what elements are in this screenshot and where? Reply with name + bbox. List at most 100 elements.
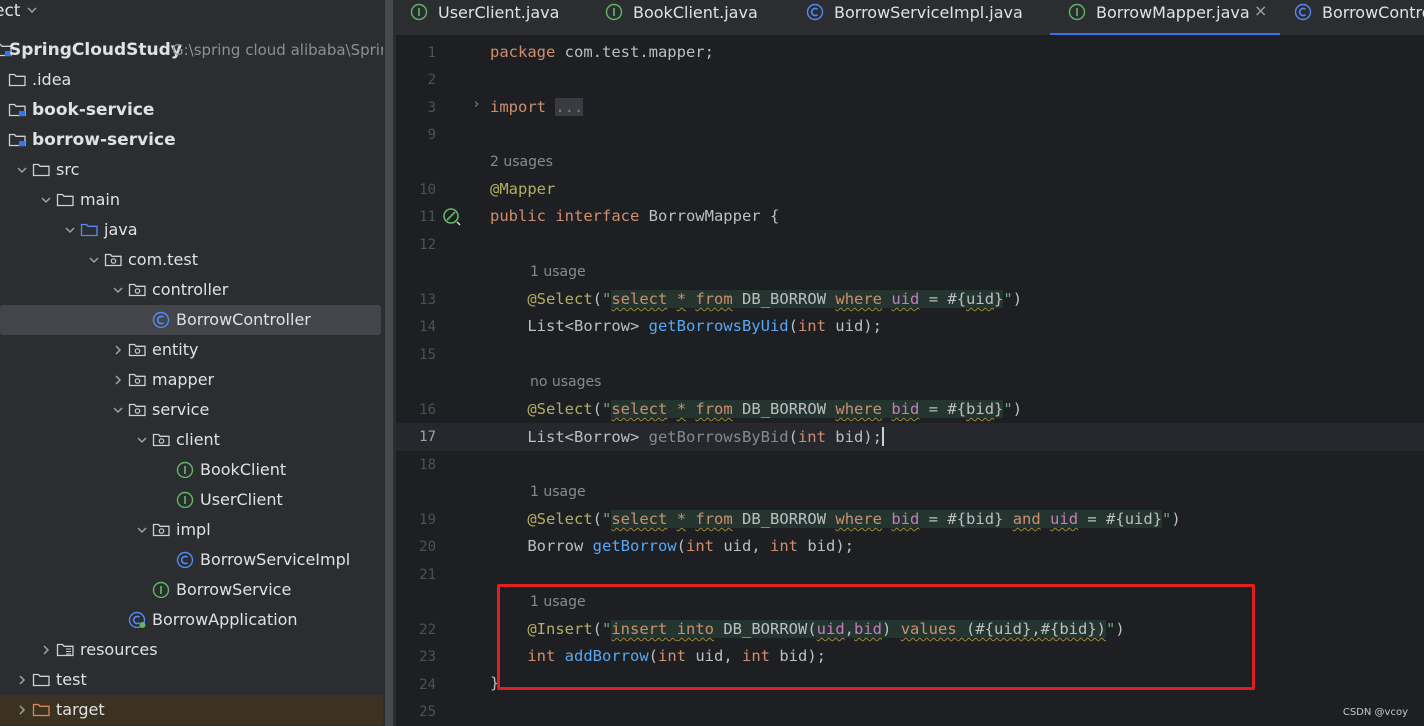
tree-item-label: BookClient [200, 460, 287, 479]
tree-item-label: borrow-service [32, 130, 176, 150]
tree-item-label: com.test [128, 250, 198, 269]
excluded-folder-icon [32, 703, 50, 717]
tree-item-book-service[interactable]: book-service [0, 95, 383, 125]
line-number: 3 [427, 100, 436, 116]
tree-item-test[interactable]: test [0, 665, 383, 695]
interface-icon [605, 3, 623, 21]
tree-item-resources[interactable]: resources [0, 635, 383, 665]
line-number: 21 [419, 567, 436, 583]
tree-item-entity[interactable]: entity [0, 335, 383, 365]
close-icon[interactable]: × [1254, 1, 1267, 20]
class-icon [806, 3, 824, 21]
editor-tabs: UserClient.java BookClient.java BorrowSe… [396, 0, 1424, 36]
tab-label: UserClient.java [438, 3, 560, 22]
tree-item-userclient[interactable]: UserClient [0, 485, 383, 515]
interface-icon [176, 461, 194, 478]
resources-folder-icon [56, 643, 74, 657]
tab-label: BorrowServiceImpl.java [834, 3, 1023, 22]
code-line-16: @Select("select * from DB_BORROW where b… [527, 400, 1023, 418]
code-line-11: public interface BorrowMapper { [490, 207, 780, 225]
fold-chevron-icon[interactable]: › [474, 97, 479, 112]
code-line-1: package com.test.mapper; [490, 43, 714, 61]
tree-item-label: main [80, 190, 120, 209]
tree-item-mapper[interactable]: mapper [0, 365, 383, 395]
project-header[interactable]: ect [0, 0, 383, 26]
panel-splitter[interactable] [383, 0, 396, 726]
usage-hint[interactable]: 1 usage [530, 264, 586, 280]
class-icon [176, 551, 194, 568]
class-icon [152, 311, 170, 328]
tree-item-borrowcontroller[interactable]: BorrowController [0, 305, 381, 335]
tree-item-java[interactable]: java [0, 215, 383, 245]
chevron-right-icon[interactable] [112, 343, 124, 357]
chevron-down-icon[interactable] [16, 163, 28, 177]
tree-item-label: BorrowApplication [152, 610, 298, 629]
tree-item-client[interactable]: client [0, 425, 383, 455]
line-number: 19 [419, 512, 436, 528]
tab-label: BorrowContro [1322, 3, 1424, 22]
package-icon [128, 283, 146, 297]
tree-item-label: BorrowServiceImpl [200, 550, 351, 569]
folder-icon [8, 73, 26, 87]
line-number: 15 [419, 347, 436, 363]
code-editor[interactable]: 1 2 3 9 10 11 12 13 14 15 16 17 18 19 20… [396, 37, 1424, 726]
package-icon [128, 403, 146, 417]
tree-item-borrowservice[interactable]: BorrowService [0, 575, 383, 605]
chevron-down-icon[interactable] [88, 253, 100, 267]
chevron-down-icon[interactable] [26, 3, 38, 17]
line-number-current: 17 [419, 429, 436, 445]
tree-item-controller[interactable]: controller [0, 275, 383, 305]
interface-icon [1068, 3, 1086, 21]
line-number: 22 [419, 622, 436, 638]
project-tool-window: ect SpringCloudStudyG:\spring cloud alib… [0, 0, 383, 726]
line-number: 9 [427, 127, 436, 143]
module-folder-icon [8, 103, 26, 117]
line-number: 24 [419, 677, 436, 693]
spring-bean-icon[interactable] [442, 207, 462, 227]
chevron-right-icon[interactable] [16, 703, 28, 717]
project-header-title: ect [0, 1, 21, 21]
tree-item-label: book-service [32, 100, 155, 120]
line-number: 2 [427, 72, 436, 88]
text-cursor [881, 427, 884, 446]
line-number: 20 [419, 539, 436, 555]
code-line-3: import ... [490, 98, 584, 116]
tree-item-label: UserClient [200, 490, 283, 509]
tree-item-src[interactable]: src [0, 155, 383, 185]
tree-item-main[interactable]: main [0, 185, 383, 215]
line-number: 1 [427, 45, 436, 61]
tree-item-borrowapplication[interactable]: BorrowApplication [0, 605, 383, 635]
tree-item-borrow-service[interactable]: borrow-service [0, 125, 383, 155]
source-folder-icon [80, 223, 98, 237]
class-icon [1294, 3, 1312, 21]
code-line-13: @Select("select * from DB_BORROW where u… [527, 290, 1023, 308]
chevron-down-icon[interactable] [112, 403, 124, 417]
chevron-down-icon[interactable] [136, 433, 148, 447]
folder-icon [32, 163, 50, 177]
tree-item-label: SpringCloudStudy [9, 40, 182, 60]
chevron-down-icon[interactable] [64, 223, 76, 237]
chevron-right-icon[interactable] [112, 373, 124, 387]
tree-item-label: target [56, 700, 105, 719]
usage-hint[interactable]: 1 usage [530, 484, 586, 500]
chevron-right-icon[interactable] [16, 673, 28, 687]
chevron-down-icon[interactable] [112, 283, 124, 297]
tree-item-com-test[interactable]: com.test [0, 245, 383, 275]
tree-item-idea[interactable]: .idea [0, 65, 383, 95]
tree-item-impl[interactable]: impl [0, 515, 383, 545]
chevron-down-icon[interactable] [136, 523, 148, 537]
package-icon [128, 373, 146, 387]
code-line-17: List<Borrow> getBorrowsByBid(int bid); [490, 427, 884, 446]
tree-item-target[interactable]: target [0, 695, 383, 725]
tree-item-borrowserviceimpl[interactable]: BorrowServiceImpl [0, 545, 383, 575]
chevron-down-icon[interactable] [40, 193, 52, 207]
tree-item-bookclient[interactable]: BookClient [0, 455, 383, 485]
usage-hint: no usages [530, 374, 602, 390]
chevron-right-icon[interactable] [40, 643, 52, 657]
usage-hint[interactable]: 2 usages [490, 154, 553, 170]
tree-item-service[interactable]: service [0, 395, 383, 425]
interface-icon [176, 491, 194, 508]
scrollbar[interactable] [385, 0, 393, 726]
tree-item-springcloudstudy[interactable]: SpringCloudStudy G:\spring cloud alibaba\… [0, 35, 383, 65]
tree-item-label: test [56, 670, 87, 689]
